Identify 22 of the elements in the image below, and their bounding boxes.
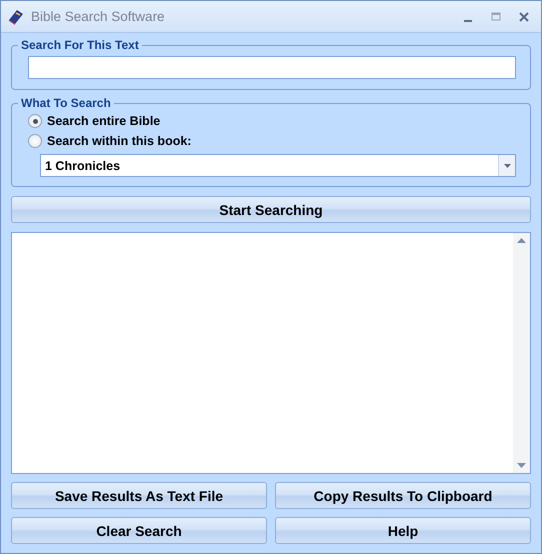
action-button[interactable]: Clear Search (11, 517, 267, 544)
window-title: Bible Search Software (31, 9, 166, 24)
action-button[interactable]: Help (275, 517, 531, 544)
radio-button[interactable] (28, 114, 42, 128)
close-icon (519, 12, 529, 22)
scroll-down-icon[interactable] (517, 463, 526, 468)
radio-label: Search within this book: (47, 134, 192, 148)
scroll-up-icon[interactable] (517, 238, 526, 243)
start-searching-button[interactable]: Start Searching (11, 196, 531, 223)
search-field[interactable] (28, 56, 516, 79)
maximize-icon (491, 12, 501, 22)
radio-button[interactable] (28, 134, 42, 148)
book-dropdown[interactable]: 1 Chronicles (40, 154, 516, 177)
action-button[interactable]: Copy Results To Clipboard (275, 482, 531, 509)
radio-label: Search entire Bible (47, 114, 160, 128)
action-button[interactable]: Save Results As Text File (11, 482, 267, 509)
group-title: Search For This Text (20, 38, 140, 52)
book-icon (7, 8, 25, 26)
group-title: What To Search (20, 96, 112, 110)
scrollbar[interactable] (513, 233, 530, 473)
minimize-icon (464, 20, 472, 22)
dropdown-value: 1 Chronicles (44, 158, 122, 172)
